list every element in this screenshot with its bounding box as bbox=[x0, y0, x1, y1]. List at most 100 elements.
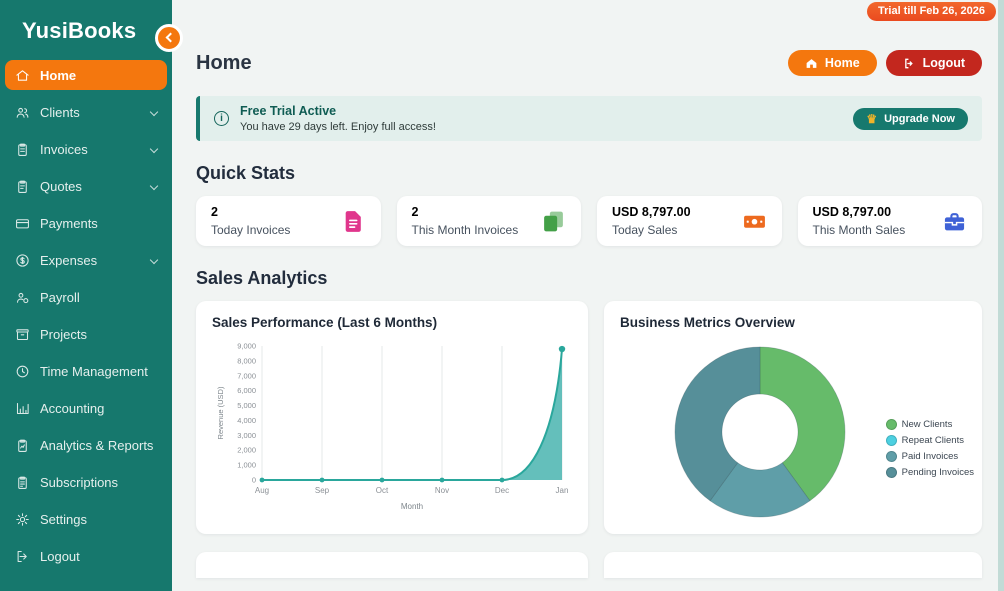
stat-label: This Month Invoices bbox=[412, 223, 519, 237]
svg-text:Oct: Oct bbox=[376, 486, 389, 495]
sidebar-item-label: Time Management bbox=[40, 364, 148, 379]
sidebar-item-projects[interactable]: Projects bbox=[5, 319, 167, 349]
main-content: Trial till Feb 26, 2026 Home Home Logout… bbox=[172, 0, 1004, 591]
stat-label: Today Invoices bbox=[211, 223, 290, 237]
legend-item-pending-invoices: Pending Invoices bbox=[886, 467, 974, 478]
stat-card-month-sales[interactable]: USD 8,797.00 This Month Sales bbox=[798, 196, 983, 246]
home-button[interactable]: Home bbox=[788, 50, 877, 76]
chevron-down-icon bbox=[150, 145, 158, 153]
banner-subtitle: You have 29 days left. Enjoy full access… bbox=[240, 121, 436, 133]
home-button-label: Home bbox=[825, 56, 860, 70]
upgrade-now-button[interactable]: ♛ Upgrade Now bbox=[853, 108, 968, 130]
svg-text:4,000: 4,000 bbox=[237, 416, 256, 425]
sidebar-item-label: Logout bbox=[40, 549, 80, 564]
page-title: Home bbox=[196, 52, 252, 75]
stat-card-month-invoices[interactable]: 2 This Month Invoices bbox=[397, 196, 582, 246]
legend-label: Paid Invoices bbox=[902, 451, 959, 462]
legend-item-repeat-clients: Repeat Clients bbox=[886, 435, 974, 446]
analytics-icon bbox=[15, 438, 30, 453]
card-stub bbox=[196, 552, 588, 578]
house-icon bbox=[805, 57, 818, 70]
vertical-scrollbar[interactable] bbox=[998, 0, 1004, 591]
svg-text:Revenue (USD): Revenue (USD) bbox=[216, 386, 225, 439]
stat-value: 2 bbox=[412, 205, 519, 219]
svg-text:9,000: 9,000 bbox=[237, 342, 256, 351]
sidebar-item-label: Analytics & Reports bbox=[40, 438, 153, 453]
stat-value: USD 8,797.00 bbox=[813, 205, 906, 219]
sidebar-item-quotes[interactable]: Quotes bbox=[5, 171, 167, 201]
next-section-cards bbox=[196, 552, 982, 578]
sidebar-item-invoices[interactable]: Invoices bbox=[5, 134, 167, 164]
logout-button-label: Logout bbox=[923, 56, 965, 70]
projects-icon bbox=[15, 327, 30, 342]
charts-row: Sales Performance (Last 6 Months) 0 1,000… bbox=[196, 301, 982, 534]
invoice-file-icon bbox=[341, 209, 366, 234]
chevron-down-icon bbox=[150, 256, 158, 264]
svg-text:Month: Month bbox=[401, 502, 423, 511]
sidebar-item-label: Home bbox=[40, 68, 76, 83]
sidebar-item-label: Projects bbox=[40, 327, 87, 342]
subscriptions-icon bbox=[15, 475, 30, 490]
svg-text:0: 0 bbox=[252, 476, 256, 485]
sidebar-collapse-button[interactable] bbox=[155, 24, 183, 52]
sidebar-item-analytics-reports[interactable]: Analytics & Reports bbox=[5, 430, 167, 460]
sidebar-item-payments[interactable]: Payments bbox=[5, 208, 167, 238]
sidebar-item-logout[interactable]: Logout bbox=[5, 541, 167, 571]
sidebar-item-label: Subscriptions bbox=[40, 475, 118, 490]
chevron-left-icon bbox=[166, 33, 176, 43]
sidebar-item-settings[interactable]: Settings bbox=[5, 504, 167, 534]
sidebar-item-label: Clients bbox=[40, 105, 80, 120]
svg-text:5,000: 5,000 bbox=[237, 401, 256, 410]
sidebar-item-label: Expenses bbox=[40, 253, 97, 268]
sidebar-item-clients[interactable]: Clients bbox=[5, 97, 167, 127]
card-stub bbox=[604, 552, 982, 578]
sidebar-item-time-management[interactable]: Time Management bbox=[5, 356, 167, 386]
app-logo: YusiBooks bbox=[0, 0, 172, 56]
business-metrics-card: Business Metrics Overview New Clients Re… bbox=[604, 301, 982, 534]
svg-text:3,000: 3,000 bbox=[237, 431, 256, 440]
area-chart-title: Sales Performance (Last 6 Months) bbox=[212, 315, 572, 330]
chevron-down-icon bbox=[150, 182, 158, 190]
svg-text:Nov: Nov bbox=[435, 486, 449, 495]
logout-icon bbox=[15, 549, 30, 564]
settings-icon bbox=[15, 512, 30, 527]
donut-chart-title: Business Metrics Overview bbox=[620, 315, 966, 330]
sidebar-item-subscriptions[interactable]: Subscriptions bbox=[5, 467, 167, 497]
sidebar-item-payroll[interactable]: Payroll bbox=[5, 282, 167, 312]
area-chart[interactable]: 01,0002,0003,0004,0005,0006,0007,0008,00… bbox=[212, 336, 572, 518]
quotes-icon bbox=[15, 179, 30, 194]
logout-button[interactable]: Logout bbox=[886, 50, 982, 76]
payments-icon bbox=[15, 216, 30, 231]
sales-analytics-heading: Sales Analytics bbox=[196, 268, 982, 289]
banknote-icon bbox=[742, 209, 767, 234]
invoices-icon bbox=[15, 142, 30, 157]
sidebar-item-home[interactable]: Home bbox=[5, 60, 167, 90]
svg-text:1,000: 1,000 bbox=[237, 461, 256, 470]
stat-value: USD 8,797.00 bbox=[612, 205, 691, 219]
stat-value: 2 bbox=[211, 205, 290, 219]
logout-arrow-icon bbox=[903, 57, 916, 70]
stat-card-today-sales[interactable]: USD 8,797.00 Today Sales bbox=[597, 196, 782, 246]
legend-label: New Clients bbox=[902, 419, 953, 430]
legend-label: Pending Invoices bbox=[902, 467, 974, 478]
sidebar-item-label: Invoices bbox=[40, 142, 88, 157]
chevron-down-icon bbox=[150, 108, 158, 116]
legend-swatch bbox=[886, 435, 897, 446]
sidebar-item-accounting[interactable]: Accounting bbox=[5, 393, 167, 423]
sidebar-item-expenses[interactable]: Expenses bbox=[5, 245, 167, 275]
svg-text:8,000: 8,000 bbox=[237, 356, 256, 365]
time-icon bbox=[15, 364, 30, 379]
legend-item-new-clients: New Clients bbox=[886, 419, 974, 430]
quick-stats-row: 2 Today Invoices 2 This Month Invoices U… bbox=[196, 196, 982, 246]
sidebar-item-label: Payments bbox=[40, 216, 98, 231]
free-trial-banner: i Free Trial Active You have 29 days lef… bbox=[196, 96, 982, 141]
payroll-icon bbox=[15, 290, 30, 305]
sales-performance-card: Sales Performance (Last 6 Months) 0 1,000… bbox=[196, 301, 588, 534]
info-icon: i bbox=[214, 111, 229, 126]
sidebar-item-label: Settings bbox=[40, 512, 87, 527]
stat-card-today-invoices[interactable]: 2 Today Invoices bbox=[196, 196, 381, 246]
sidebar-item-label: Quotes bbox=[40, 179, 82, 194]
svg-text:2,000: 2,000 bbox=[237, 446, 256, 455]
copy-pages-icon bbox=[541, 209, 566, 234]
quick-stats-heading: Quick Stats bbox=[196, 163, 982, 184]
